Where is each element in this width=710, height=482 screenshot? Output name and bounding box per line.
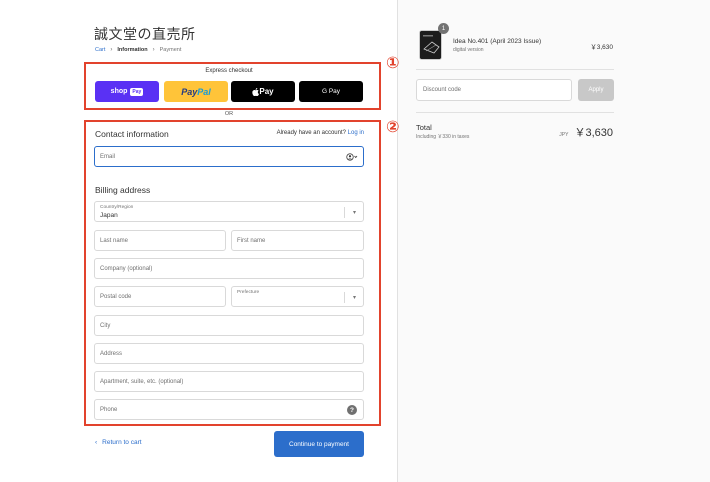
product-cover-image	[420, 31, 441, 59]
postal-code-placeholder: Postal code	[100, 293, 132, 300]
first-name-placeholder: First name	[237, 237, 266, 244]
apartment-placeholder: Apartment, suite, etc. (optional)	[100, 378, 184, 385]
apply-discount-button[interactable]: Apply	[578, 79, 614, 101]
postal-code-field[interactable]: Postal code	[94, 286, 226, 307]
tax-text: Including ￥330 in taxes	[416, 134, 470, 140]
return-to-cart-label: Return to cart	[102, 439, 142, 446]
order-summary-panel	[397, 0, 710, 482]
summary-divider	[416, 69, 614, 70]
select-separator	[344, 292, 345, 303]
company-field[interactable]: Company (optional)	[94, 258, 364, 279]
paypal-pal-text: Pal	[197, 86, 211, 97]
product-thumbnail	[419, 30, 442, 60]
apartment-field[interactable]: Apartment, suite, etc. (optional)	[94, 371, 364, 392]
email-field[interactable]: Email	[94, 146, 364, 167]
paypal-pay-text: Pay	[181, 86, 198, 97]
breadcrumb-payment: Payment	[159, 47, 182, 53]
express-checkout-label: Express checkout	[205, 68, 253, 74]
product-name: Idea No.401 (April 2023 Issue)	[453, 38, 542, 45]
total-label: Total	[416, 123, 432, 132]
caret-down-icon: ▾	[352, 210, 356, 216]
paypal-button[interactable]: Pay Pal	[164, 81, 228, 102]
summary-divider	[416, 112, 614, 113]
country-value: Japan	[100, 212, 118, 219]
address-placeholder: Address	[100, 350, 123, 357]
address-field[interactable]: Address	[94, 343, 364, 364]
last-name-placeholder: Last name	[100, 237, 129, 244]
annotation-marker-2: ②	[386, 117, 400, 136]
prefecture-label: Prefecture	[237, 290, 260, 295]
user-circle-icon	[346, 153, 358, 161]
login-link[interactable]: Log in	[348, 130, 364, 136]
prefecture-select[interactable]: Prefecture ▾	[231, 286, 364, 307]
help-icon[interactable]: ?	[347, 405, 357, 415]
or-divider: OR	[224, 111, 234, 117]
currency-code: JPY	[559, 132, 569, 138]
return-to-cart-link[interactable]: ‹ Return to cart	[95, 439, 142, 446]
discount-code-input[interactable]: Discount code	[416, 79, 572, 101]
phone-placeholder: Phone	[100, 406, 118, 413]
account-prompt-text: Already have an account?	[276, 130, 346, 136]
shop-pay-button[interactable]: shop Pay	[95, 81, 159, 102]
country-label: Country/Region	[100, 205, 134, 210]
phone-field[interactable]: Phone ?	[94, 399, 364, 420]
select-separator	[344, 207, 345, 218]
discount-code-placeholder: Discount code	[423, 87, 462, 93]
google-pay-text: G Pay	[321, 88, 341, 95]
shop-title[interactable]: 誠文堂の直売所	[94, 24, 196, 44]
annotation-marker-1: ①	[386, 53, 400, 72]
contact-information-title: Contact information	[95, 129, 169, 139]
apple-icon	[252, 87, 260, 96]
account-dropdown-icon[interactable]	[346, 153, 358, 163]
city-field[interactable]: City	[94, 315, 364, 336]
product-price: ￥3,630	[590, 44, 613, 51]
company-placeholder: Company (optional)	[100, 265, 153, 272]
chevron-right-icon: ›	[152, 47, 155, 53]
google-pay-button[interactable]: G Pay	[299, 81, 363, 102]
chevron-right-icon: ›	[110, 47, 113, 53]
chevron-left-icon: ‹	[95, 439, 98, 446]
shop-pay-text: shop	[110, 88, 128, 95]
first-name-field[interactable]: First name	[231, 230, 364, 251]
breadcrumb-cart[interactable]: Cart	[95, 47, 105, 53]
caret-down-icon: ▾	[352, 295, 356, 301]
email-placeholder: Email	[100, 153, 116, 160]
product-variant: digital version	[453, 47, 484, 53]
shop-pay-badge: Pay	[130, 87, 144, 96]
billing-address-title: Billing address	[95, 185, 151, 195]
city-placeholder: City	[100, 322, 111, 329]
total-amount: JPY ￥3,630	[520, 124, 613, 140]
account-prompt: Already have an account? Log in	[246, 130, 364, 136]
country-select[interactable]: Country/Region Japan ▾	[94, 201, 364, 222]
quantity-badge: 1	[438, 23, 449, 34]
breadcrumb: Cart › Information › Payment	[95, 47, 181, 53]
last-name-field[interactable]: Last name	[94, 230, 226, 251]
continue-to-payment-button[interactable]: Continue to payment	[274, 431, 364, 457]
breadcrumb-information: Information	[117, 47, 148, 53]
total-amount-value: ￥3,630	[574, 127, 613, 139]
apple-pay-button[interactable]: Pay	[231, 81, 295, 102]
apple-pay-text: Pay	[259, 87, 274, 96]
